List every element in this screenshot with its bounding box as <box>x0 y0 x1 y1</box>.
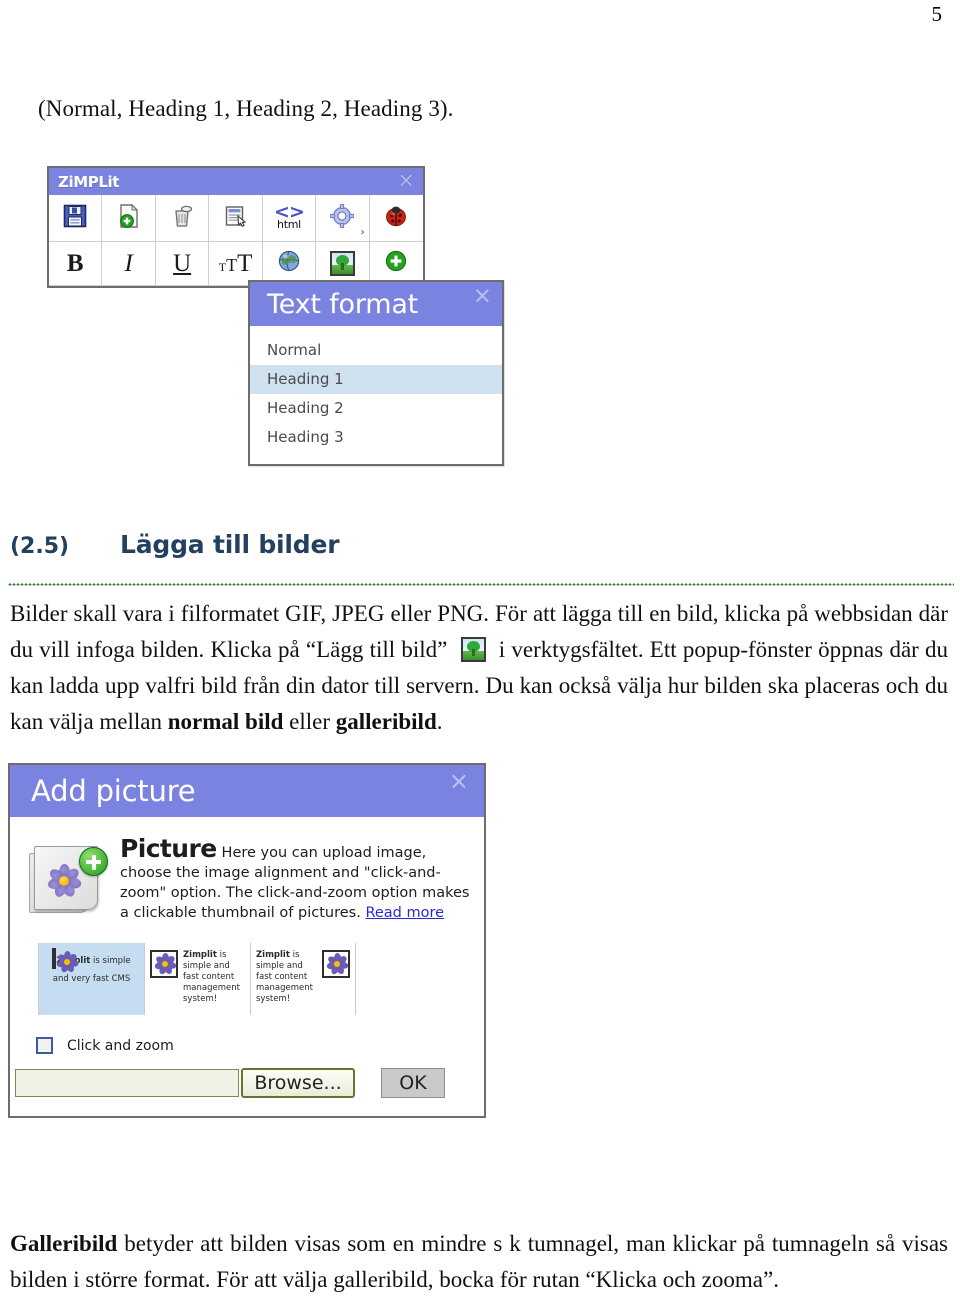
add-element-icon <box>383 248 409 279</box>
alignment-option-right[interactable]: Zimplit is simple and fast content manag… <box>250 943 356 1015</box>
picture-heading: Picture <box>120 834 217 863</box>
paragraph-add-images: Bilder skall vara i filformatet GIF, JPE… <box>10 596 948 740</box>
click-and-zoom-row: Click and zoom <box>36 1037 484 1054</box>
flower-graphic <box>44 861 84 901</box>
section-title: Lägga till bilder <box>120 530 340 559</box>
add-picture-icon <box>460 637 486 662</box>
paragraph-one-mid: eller <box>289 709 331 734</box>
alignment-preview-center: Zimplit is simple and very fast CMS <box>44 948 139 986</box>
text-format-item-heading-1[interactable]: Heading 1 <box>250 365 502 394</box>
settings-gear-icon <box>329 203 355 234</box>
link-globe-icon <box>277 249 301 278</box>
add-picture-title: Add picture <box>31 774 196 808</box>
zimplit-toolbar-window: ZiMPLit × <> html › B I U T T T <box>47 166 425 288</box>
new-page-button[interactable] <box>102 195 156 242</box>
trash-icon <box>169 203 195 234</box>
paragraph-two-rest: betyder att bilden visas som en mindre s… <box>10 1231 949 1292</box>
close-icon[interactable]: × <box>473 284 492 308</box>
emphasis-galleribild-lead: Galleribild <box>10 1231 118 1256</box>
alignment-option-center[interactable]: Zimplit is simple and very fast CMS <box>38 943 144 1015</box>
read-more-link[interactable]: Read more <box>365 905 444 921</box>
delete-page-button[interactable] <box>155 195 210 242</box>
text-size-icon: T T T <box>219 250 253 278</box>
flower-center <box>59 876 69 886</box>
zimplit-window-title: ZiMPLit <box>58 172 120 191</box>
html-label: html <box>277 218 301 231</box>
toolbar-row-one: <> html › <box>49 195 424 242</box>
paragraph-galleribild: Galleribild betyder att bilden visas som… <box>10 1226 948 1298</box>
thumbnail-image <box>52 948 80 974</box>
paragraph-one-end: . <box>436 709 443 734</box>
italic-button[interactable]: I <box>102 242 156 286</box>
text-size-medium: T <box>226 254 238 275</box>
emphasis-normal-bild: normal bild <box>167 709 284 734</box>
alignment-caption-bold: Zimplit <box>256 950 290 960</box>
italic-label: I <box>124 249 133 277</box>
add-picture-description: Picture Here you can upload image, choose… <box>110 835 470 923</box>
add-picture-icon <box>329 251 355 276</box>
click-and-zoom-label: Click and zoom <box>67 1037 174 1054</box>
section-number: (2.5) <box>10 534 70 559</box>
add-picture-body: Picture Here you can upload image, choose… <box>10 817 484 1098</box>
underline-label: U <box>173 249 192 277</box>
close-icon[interactable]: × <box>397 169 415 191</box>
click-and-zoom-checkbox[interactable] <box>36 1037 53 1054</box>
close-icon[interactable]: × <box>449 769 469 794</box>
alignment-caption: Zimplit is simple and fast content manag… <box>183 950 245 1005</box>
section-divider <box>8 583 954 586</box>
html-icon: <> html <box>274 203 305 232</box>
page-number: 5 <box>931 2 943 26</box>
text-format-title: Text format <box>267 288 419 320</box>
section-heading: (2.5) Lägga till bilder <box>10 530 950 559</box>
bold-label: B <box>66 249 84 277</box>
text-size-small: T <box>218 259 227 274</box>
bug-button[interactable] <box>369 195 424 242</box>
alignment-caption: Zimplit is simple and fast content manag… <box>256 950 317 1005</box>
template-icon <box>223 203 249 234</box>
file-path-input[interactable] <box>15 1069 239 1097</box>
thumbnail-image <box>322 950 350 978</box>
picture-flower-add-icon <box>28 839 110 921</box>
settings-button[interactable]: › <box>316 195 370 242</box>
text-format-item-heading-3[interactable]: Heading 3 <box>250 423 502 452</box>
alignment-preview-left: Zimplit is simple and fast content manag… <box>150 950 245 1005</box>
text-format-item-heading-2[interactable]: Heading 2 <box>250 394 502 423</box>
file-upload-row: Browse... OK <box>15 1068 484 1098</box>
alignment-option-left[interactable]: Zimplit is simple and fast content manag… <box>144 943 250 1015</box>
html-source-button[interactable]: <> html <box>262 195 317 242</box>
underline-button[interactable]: U <box>155 242 210 286</box>
intro-text-line: (Normal, Heading 1, Heading 2, Heading 3… <box>38 96 454 121</box>
thumbnail-image <box>150 950 178 978</box>
browse-button[interactable]: Browse... <box>241 1068 355 1098</box>
ok-button[interactable]: OK <box>381 1068 445 1098</box>
text-format-panel: Text format × Normal Heading 1 Heading 2… <box>248 280 504 466</box>
zimplit-titlebar: ZiMPLit × <box>49 168 423 195</box>
add-picture-titlebar: Add picture × <box>10 765 484 817</box>
select-template-button[interactable] <box>209 195 263 242</box>
alignment-caption-bold: Zimplit <box>183 950 217 960</box>
chevron-right-icon: › <box>360 227 365 238</box>
save-icon <box>62 203 88 234</box>
ladybug-icon <box>383 203 409 234</box>
bold-button[interactable]: B <box>49 242 103 286</box>
text-size-large: T <box>237 249 253 277</box>
green-plus-badge <box>79 847 108 876</box>
tree-trunk <box>471 648 475 656</box>
add-picture-dialog: Add picture × Picture Here you can uploa… <box>8 763 486 1118</box>
tree-trunk <box>340 262 344 270</box>
text-format-item-normal[interactable]: Normal <box>250 336 502 365</box>
emphasis-galleribild: galleribild <box>335 709 437 734</box>
new-page-icon <box>116 203 142 234</box>
text-format-titlebar: Text format × <box>250 282 502 326</box>
save-button[interactable] <box>49 195 103 242</box>
add-picture-info: Picture Here you can upload image, choose… <box>10 825 484 927</box>
alignment-options: Zimplit is simple and very fast CMS <box>38 943 484 1021</box>
alignment-preview-right: Zimplit is simple and fast content manag… <box>256 950 350 1005</box>
text-format-list: Normal Heading 1 Heading 2 Heading 3 <box>250 326 502 464</box>
